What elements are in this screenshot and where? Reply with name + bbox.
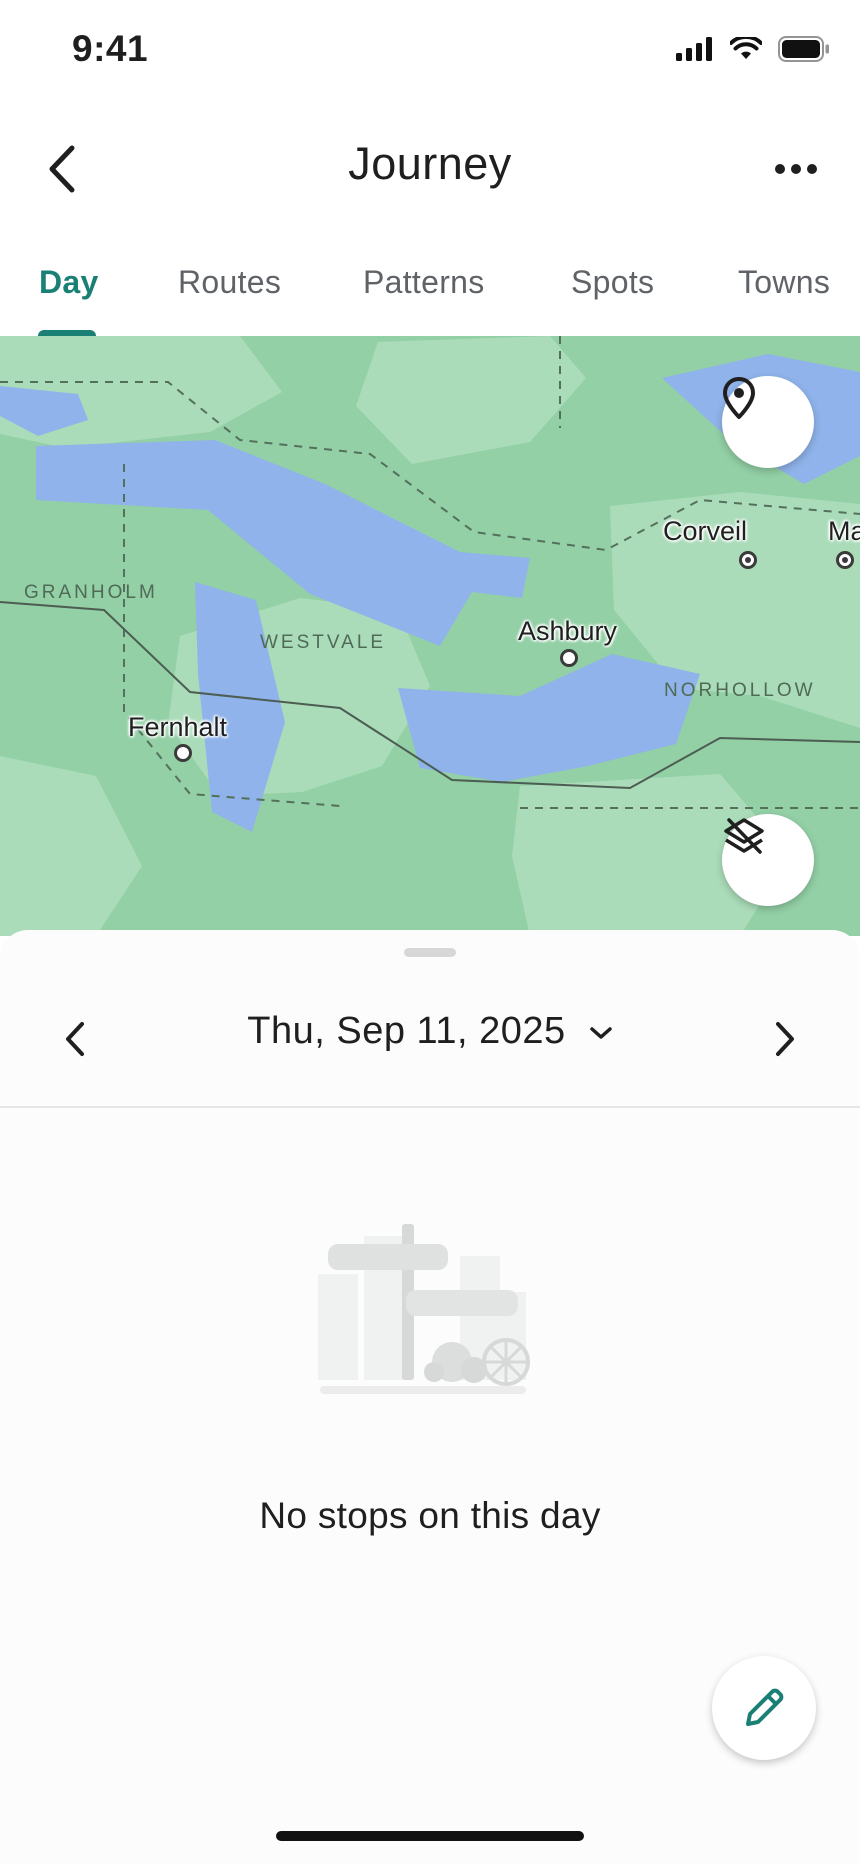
date-picker[interactable]: Thu, Sep 11, 2025 (0, 1010, 860, 1053)
place-label-ma[interactable]: Ma (828, 516, 860, 547)
app-header: Journey (0, 110, 860, 220)
map-view[interactable]: GRANHOLM WESTVALE NORHOLLOW Corveil Ma A… (0, 336, 860, 936)
tab-bar: Day Routes Patterns Spots Towns (0, 250, 860, 338)
tab-day[interactable]: Day (39, 264, 99, 301)
place-marker-ma[interactable] (836, 551, 854, 569)
signpost-illustration-icon (318, 1224, 530, 1394)
pencil-icon (746, 1688, 784, 1726)
more-options-button[interactable] (756, 134, 836, 204)
status-time: 9:41 (72, 28, 149, 69)
next-day-button[interactable] (750, 1004, 820, 1074)
status-bar: 9:41 (0, 0, 860, 100)
tab-routes[interactable]: Routes (178, 264, 281, 301)
empty-state-message: No stops on this day (259, 1495, 601, 1536)
place-label-ashbury[interactable]: Ashbury (518, 616, 617, 647)
location-pin-icon (723, 377, 755, 419)
place-marker-fernhalt[interactable] (174, 744, 192, 762)
place-marker-ashbury[interactable] (560, 649, 578, 667)
map-layers-button[interactable] (722, 814, 814, 906)
bottom-sheet: Thu, Sep 11, 2025 No stops on this day (0, 930, 860, 1864)
place-label-fernhalt[interactable]: Fernhalt (128, 712, 227, 743)
tab-towns[interactable]: Towns (738, 264, 830, 301)
status-icons (676, 36, 830, 62)
place-marker-corveil[interactable] (739, 551, 757, 569)
chevron-right-icon (776, 1022, 794, 1056)
home-indicator (276, 1831, 584, 1841)
sheet-drag-handle[interactable] (404, 948, 456, 957)
place-label-corveil[interactable]: Corveil (663, 516, 747, 547)
selected-date: Thu, Sep 11, 2025 (247, 1010, 566, 1052)
cellular-signal-icon (676, 37, 712, 61)
my-location-button[interactable] (722, 376, 814, 468)
tab-spots[interactable]: Spots (571, 264, 654, 301)
tab-patterns[interactable]: Patterns (363, 264, 485, 301)
edit-button[interactable] (712, 1656, 816, 1760)
layers-off-icon (724, 818, 764, 854)
region-label-granholm: GRANHOLM (24, 582, 158, 603)
divider (0, 1106, 860, 1108)
page-title: Journey (348, 138, 512, 189)
battery-icon (778, 36, 829, 62)
chevron-down-icon (589, 1027, 612, 1039)
wifi-icon (730, 37, 762, 59)
date-navigator: Thu, Sep 11, 2025 (0, 990, 860, 1090)
more-horizontal-icon (775, 164, 817, 174)
region-label-westvale: WESTVALE (260, 632, 387, 653)
region-label-norhollow: NORHOLLOW (664, 680, 816, 701)
